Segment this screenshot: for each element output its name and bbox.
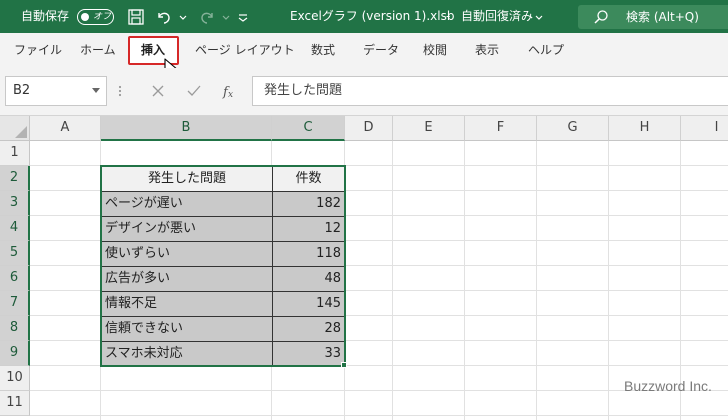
cancel-icon[interactable] <box>143 76 173 106</box>
row-header-7[interactable]: 7 <box>0 291 30 316</box>
row-header-6[interactable]: 6 <box>0 266 30 291</box>
table-border <box>101 191 344 192</box>
tab-file[interactable]: ファイル <box>14 33 62 68</box>
column-header-b[interactable]: B <box>101 116 272 141</box>
table-cell-problem[interactable]: デザインが悪い <box>102 217 272 242</box>
tab-view[interactable]: 表示 <box>475 33 499 68</box>
save-icon[interactable] <box>126 7 146 27</box>
table-cell-count[interactable]: 28 <box>273 317 344 342</box>
tab-help[interactable]: ヘルプ <box>528 33 564 68</box>
table-cell-problem[interactable]: スマホ未対応 <box>102 342 272 367</box>
column-header-i[interactable]: I <box>681 116 728 141</box>
save-status-dropdown-icon[interactable] <box>534 7 554 27</box>
search-icon <box>593 9 609 25</box>
table-header-count[interactable]: 件数 <box>273 167 344 192</box>
gridline <box>392 141 393 420</box>
gridline <box>344 141 345 420</box>
table-border <box>101 241 344 242</box>
document-title: Excelグラフ (version 1).xlsb <box>290 9 455 23</box>
table-border <box>101 341 344 342</box>
table-cell-problem[interactable]: 使いずらい <box>102 242 272 267</box>
gridline <box>608 141 609 420</box>
title-bar: 自動保存 オフ Excelグラフ (version 1).xlsb - 自動回復… <box>0 0 728 33</box>
gridline <box>100 141 101 420</box>
formula-input[interactable]: 発生した問題 <box>252 76 728 106</box>
table-header-problem[interactable]: 発生した問題 <box>102 167 272 192</box>
select-all-triangle-icon <box>15 126 27 138</box>
table-cell-count[interactable]: 12 <box>273 217 344 242</box>
column-header-e[interactable]: E <box>393 116 465 141</box>
table-cell-count[interactable]: 145 <box>273 292 344 317</box>
row-header-10[interactable]: 10 <box>0 366 30 391</box>
gridline <box>30 165 728 166</box>
row-header-8[interactable]: 8 <box>0 316 30 341</box>
gridline <box>464 141 465 420</box>
fill-handle[interactable] <box>341 362 347 368</box>
search-label: 検索 (Alt+Q) <box>626 10 699 24</box>
row-header-4[interactable]: 4 <box>0 216 30 241</box>
search-box[interactable]: 検索 (Alt+Q) <box>578 5 728 29</box>
ribbon-tabs: ファイル ホーム ページ レイアウト 数式 データ 校閲 表示 ヘルプ <box>0 33 728 68</box>
row-header-11[interactable]: 11 <box>0 391 30 416</box>
table-border <box>101 216 344 217</box>
table-cell-problem[interactable]: ページが遅い <box>102 192 272 217</box>
name-box-dropdown-icon[interactable] <box>92 88 100 94</box>
confirm-icon[interactable] <box>179 76 209 106</box>
table-border <box>101 316 344 317</box>
table-cell-count[interactable]: 48 <box>273 267 344 292</box>
save-status[interactable]: 自動回復済み <box>461 0 533 33</box>
toggle-knob <box>81 13 89 21</box>
name-box-value: B2 <box>13 83 31 98</box>
title-separator: - <box>446 9 451 23</box>
column-header-g[interactable]: G <box>537 116 609 141</box>
formula-bar: B2 fx 発生した問題 <box>0 68 728 116</box>
column-header-a[interactable]: A <box>30 116 101 141</box>
row-header-3[interactable]: 3 <box>0 191 30 216</box>
watermark: Buzzword Inc. <box>624 378 712 394</box>
autosave-toggle[interactable]: オフ <box>77 9 114 25</box>
gridline <box>536 141 537 420</box>
column-header-h[interactable]: H <box>609 116 681 141</box>
column-header-d[interactable]: D <box>345 116 393 141</box>
gridline <box>30 415 728 416</box>
row-header-9[interactable]: 9 <box>0 341 30 366</box>
table-border <box>101 266 344 267</box>
table-cell-problem[interactable]: 情報不足 <box>102 292 272 317</box>
select-all-button[interactable] <box>0 116 30 141</box>
tab-insert[interactable]: 挿入 <box>141 33 165 68</box>
table-cell-count[interactable]: 33 <box>273 342 344 367</box>
tab-formulas[interactable]: 数式 <box>311 33 335 68</box>
formula-bar-grip-icon[interactable] <box>117 82 123 100</box>
autosave-state: オフ <box>93 12 112 22</box>
table-cell-problem[interactable]: 広告が多い <box>102 267 272 292</box>
customize-qat-icon[interactable] <box>236 7 256 27</box>
row-header-2[interactable]: 2 <box>0 166 30 191</box>
tab-home[interactable]: ホーム <box>80 33 116 68</box>
worksheet-grid[interactable]: A B C D E F G H I 1 2 3 4 5 6 7 8 9 10 1… <box>0 116 728 420</box>
table-border <box>101 291 344 292</box>
table-cell-count[interactable]: 182 <box>273 192 344 217</box>
name-box[interactable]: B2 <box>5 76 107 106</box>
row-header-5[interactable]: 5 <box>0 241 30 266</box>
tab-page-layout[interactable]: ページ レイアウト <box>195 33 295 68</box>
autosave-label: 自動保存 <box>21 9 70 23</box>
table-cell-problem[interactable]: 信頼できない <box>102 317 272 342</box>
redo-icon[interactable] <box>197 7 217 27</box>
column-header-f[interactable]: F <box>465 116 537 141</box>
row-header-1[interactable]: 1 <box>0 141 30 166</box>
undo-icon[interactable] <box>154 7 174 27</box>
tab-data[interactable]: データ <box>363 33 399 68</box>
undo-dropdown-icon[interactable] <box>178 7 198 27</box>
function-icon[interactable]: fx <box>214 76 244 106</box>
table-cell-count[interactable]: 118 <box>273 242 344 267</box>
svg-text:x: x <box>228 90 233 100</box>
formula-content: 発生した問題 <box>264 83 343 98</box>
tab-review[interactable]: 校閲 <box>423 33 447 68</box>
column-header-c[interactable]: C <box>272 116 345 141</box>
